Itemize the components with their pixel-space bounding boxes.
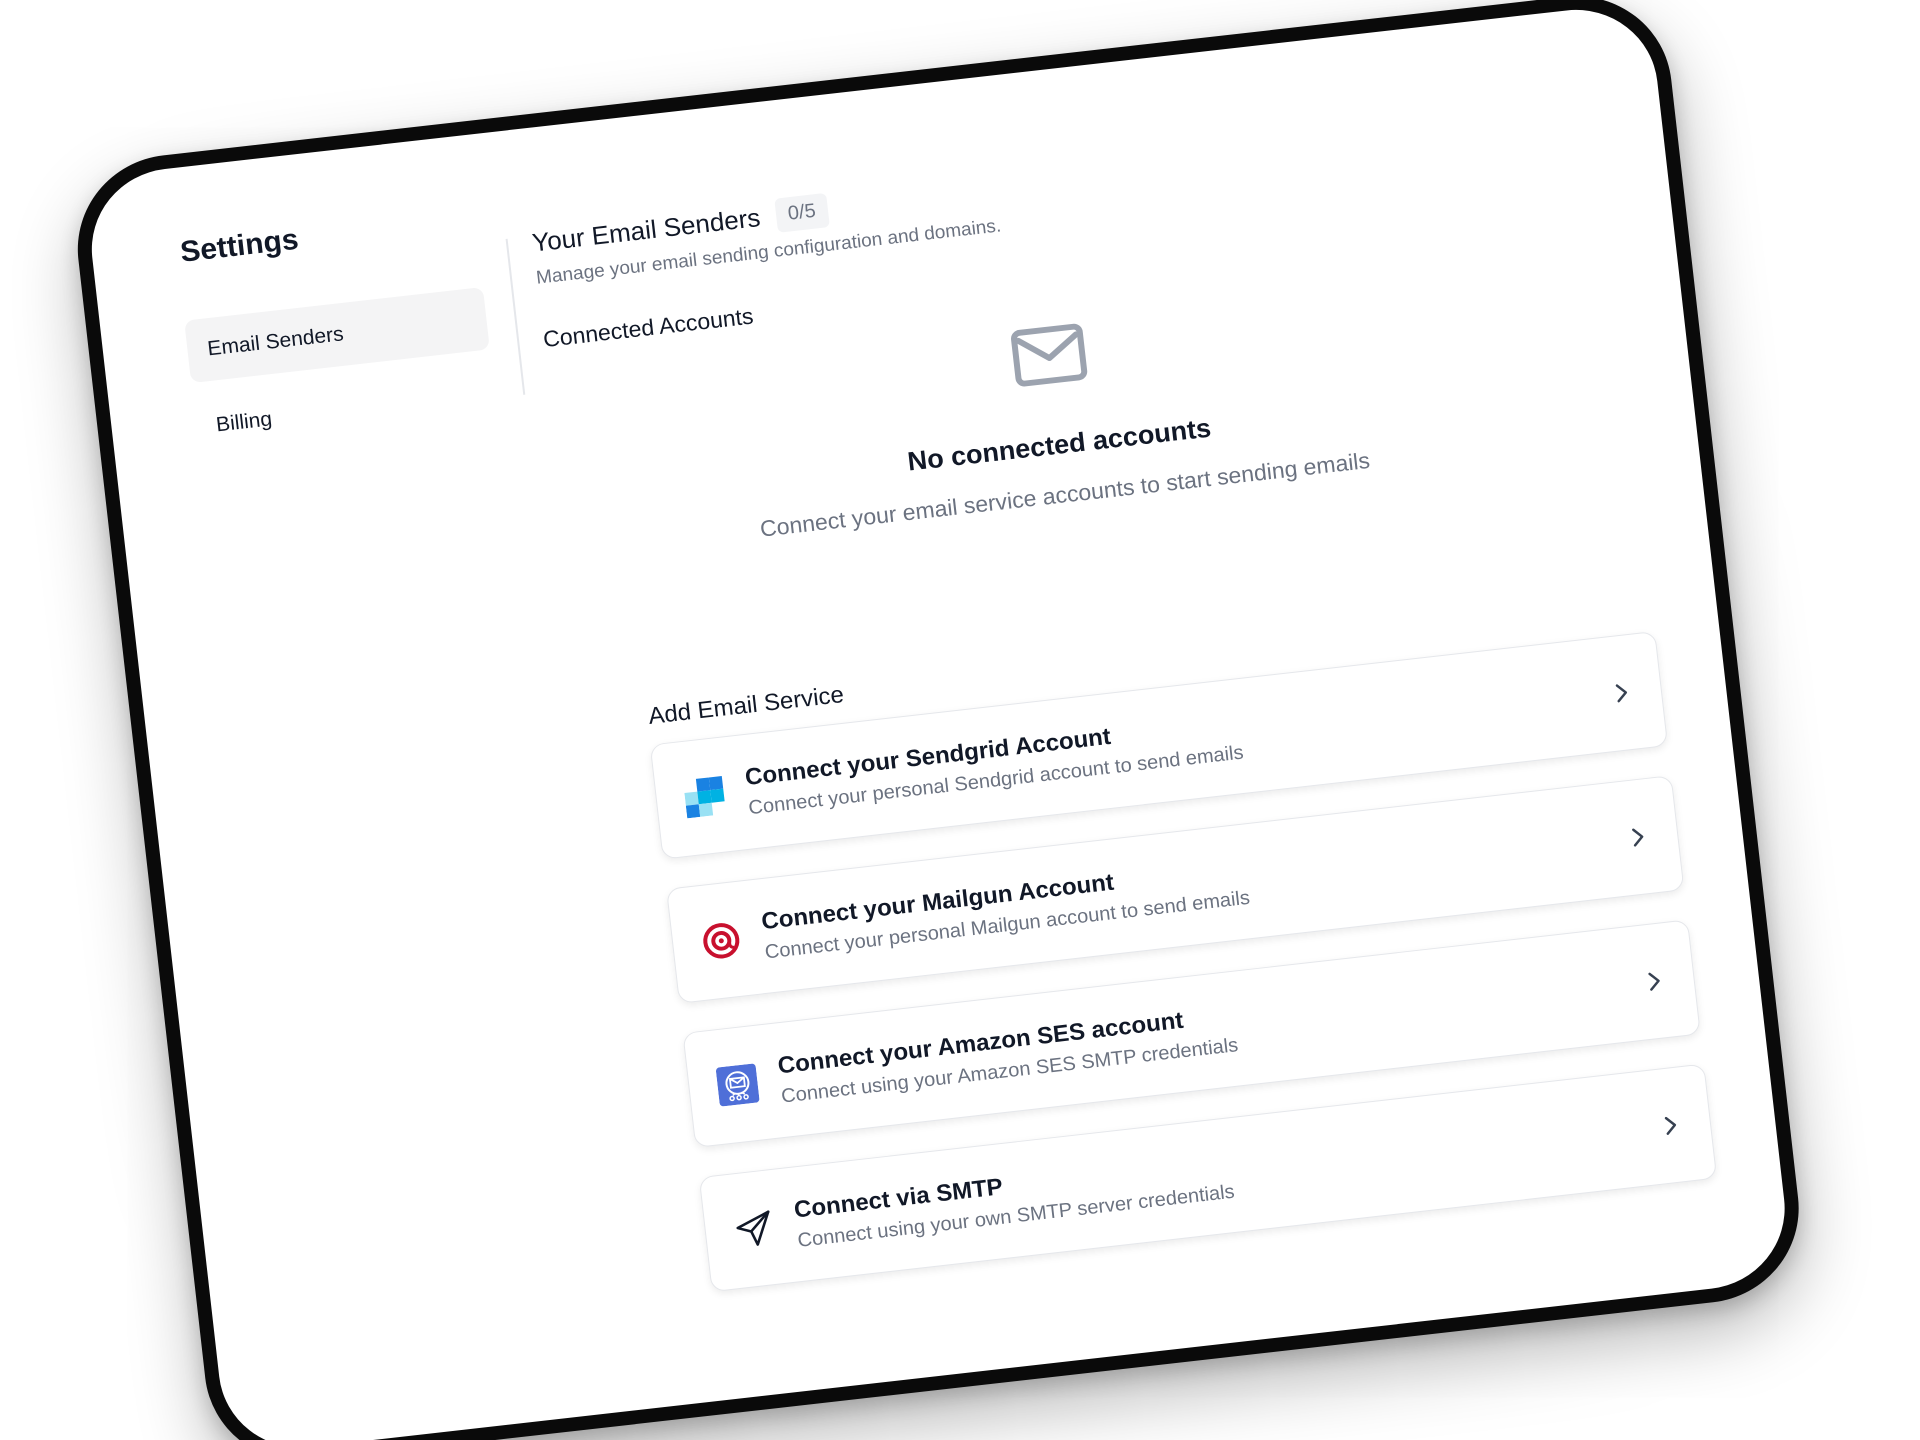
tablet-frame: Settings Email Senders Billing Your Emai… bbox=[67, 0, 1809, 1440]
amazon-ses-icon bbox=[713, 1061, 762, 1109]
service-list: Connect your Sendgrid Account Connect yo… bbox=[649, 630, 1718, 1293]
sidebar-divider bbox=[505, 238, 526, 395]
tablet-screen: Settings Email Senders Billing Your Emai… bbox=[83, 1, 1794, 1440]
sidebar-title: Settings bbox=[178, 223, 301, 269]
mailgun-icon bbox=[697, 917, 746, 965]
paper-plane-icon bbox=[730, 1205, 779, 1253]
stage: Settings Email Senders Billing Your Emai… bbox=[0, 0, 1920, 1440]
chevron-right-icon bbox=[1656, 1111, 1685, 1139]
count-badge: 0/5 bbox=[774, 192, 830, 233]
sendgrid-icon bbox=[681, 773, 730, 821]
chevron-right-icon bbox=[1624, 823, 1653, 851]
settings-sidebar: Settings Email Senders Billing bbox=[175, 203, 500, 473]
chevron-right-icon bbox=[1607, 679, 1636, 707]
mail-icon bbox=[1009, 322, 1089, 389]
main-content: Your Email Senders 0/5 Manage your email… bbox=[530, 114, 1718, 1328]
chevron-right-icon bbox=[1640, 967, 1669, 995]
